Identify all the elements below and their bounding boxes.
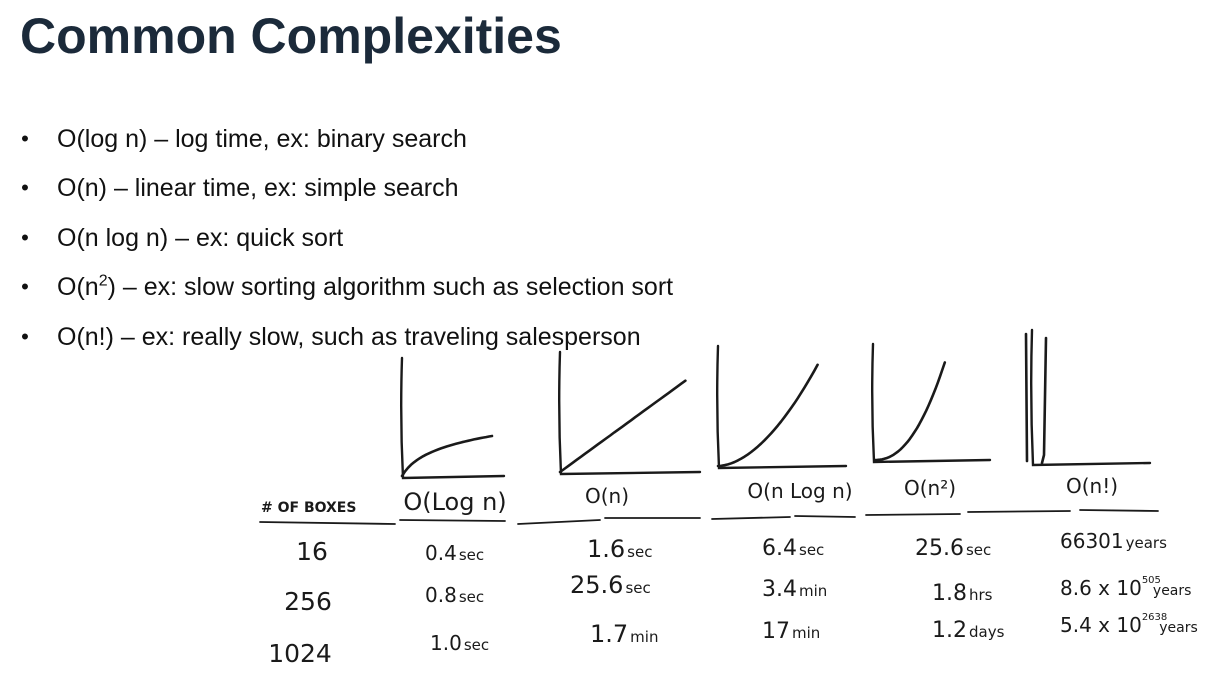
complexity-graph — [558, 350, 702, 476]
header-rule — [259, 521, 396, 525]
row-box-count: 1024 — [268, 639, 332, 668]
complexity-graph — [1024, 328, 1152, 467]
graph-axes — [871, 342, 992, 464]
cell-value: 1.2 days — [932, 618, 1005, 643]
row-header: # OF BOXES — [261, 500, 356, 516]
column-header: O(n²) — [904, 476, 956, 500]
cell-value: 17 min — [762, 619, 820, 644]
complexity-graphs — [400, 328, 1152, 480]
cell-value: 5.4 x 102638 years — [1060, 612, 1198, 637]
cell-value: 25.6 sec — [570, 571, 651, 599]
column-header: O(Log n) — [403, 488, 506, 516]
cell-value: 0.8 sec — [425, 583, 484, 607]
graph-curve — [400, 434, 494, 478]
complexity-sketch: O(Log n) O(n) O(n Log n) O(n²) O(n!) # OF BOX… — [259, 328, 1198, 668]
graph-curve — [1024, 332, 1029, 463]
cell-value: 1.7 min — [590, 620, 658, 648]
column-header: O(n!) — [1066, 474, 1118, 498]
header-rule — [865, 513, 961, 516]
column-header: O(n Log n) — [747, 479, 852, 503]
header-rule — [794, 515, 856, 518]
header-rule — [399, 519, 506, 522]
cell-value: 25.6 sec — [915, 536, 991, 561]
graph-curve — [716, 363, 819, 468]
cell-value: 6.4 sec — [762, 536, 824, 561]
complexity-graph — [400, 356, 506, 480]
cell-value: 66301 years — [1060, 529, 1167, 553]
complexity-graph — [716, 344, 848, 470]
complexity-table: O(Log n) O(n) O(n Log n) O(n²) O(n!) # OF BOX… — [261, 474, 1198, 668]
graph-curve — [873, 361, 947, 462]
row-box-count: 256 — [284, 587, 332, 616]
cell-value: 0.4 sec — [425, 541, 484, 565]
header-rule — [711, 516, 791, 520]
graph-axes — [716, 344, 848, 470]
row-box-count: 16 — [296, 537, 328, 566]
header-rule — [1079, 509, 1159, 512]
cell-value: 3.4 min — [762, 577, 827, 602]
header-rule — [967, 510, 1071, 513]
cell-value: 1.8 hrs — [932, 581, 993, 606]
cell-value: 1.0 sec — [430, 631, 489, 655]
header-rule — [517, 519, 601, 525]
column-header: O(n) — [585, 484, 629, 508]
graph-axes — [1030, 328, 1152, 467]
graph-curve — [558, 379, 687, 474]
graph-curve — [1040, 336, 1048, 465]
complexity-graph — [871, 342, 992, 464]
cell-value: 8.6 x 10505 years — [1060, 575, 1191, 600]
table-rules — [259, 509, 1159, 525]
cell-value: 1.6 sec — [587, 535, 652, 563]
